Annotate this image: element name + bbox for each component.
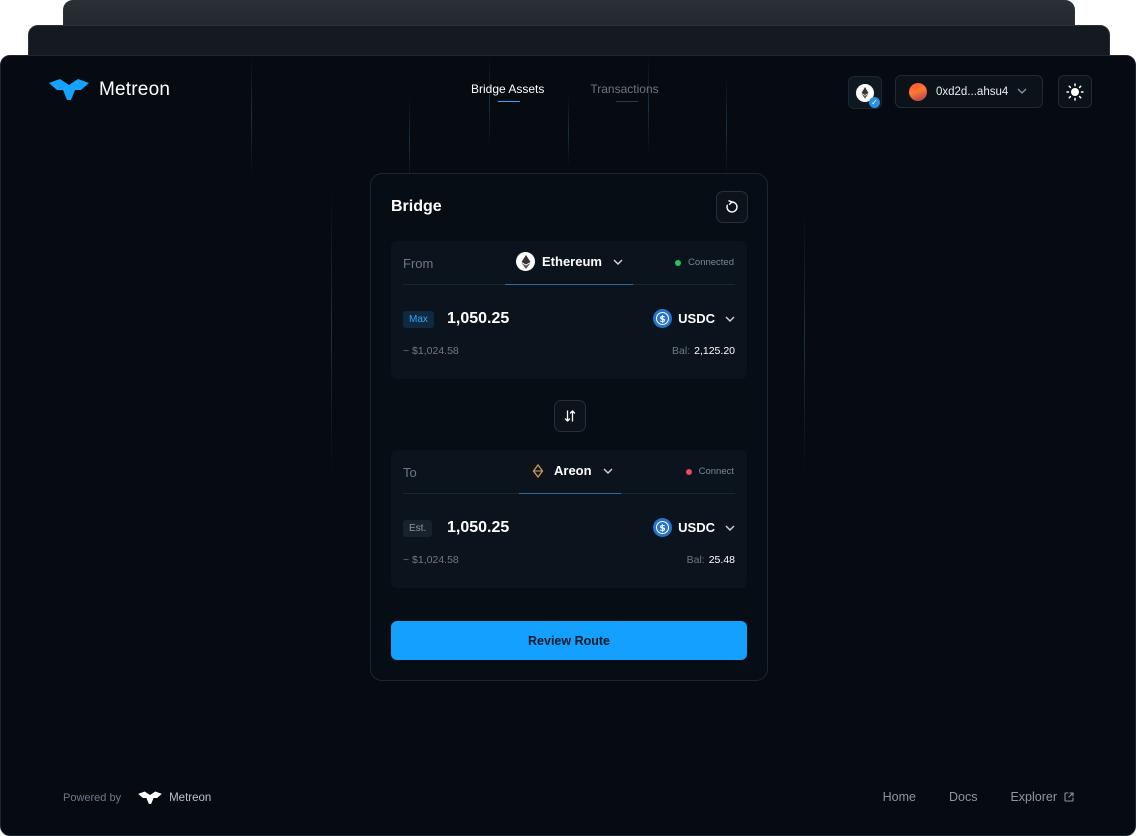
chevron-down-icon — [613, 256, 623, 268]
to-label: To — [403, 465, 417, 480]
chevron-down-icon — [725, 313, 735, 325]
balance-label: Bal: — [686, 554, 705, 566]
footer-link-docs[interactable]: Docs — [949, 790, 977, 804]
footer-link-label: Home — [882, 790, 916, 804]
from-status: Connected — [675, 257, 734, 268]
active-tab-indicator — [498, 101, 520, 102]
to-status[interactable]: Connect — [685, 466, 734, 477]
wallet-address: 0xd2d...ahsu4 — [936, 85, 1009, 98]
balance-value: 2,125.20 — [694, 345, 735, 357]
from-usd-value: ~ $1,024.58 — [403, 345, 459, 357]
to-status-text: Connect — [698, 466, 734, 477]
tab-bridge-assets-label: Bridge Assets — [471, 82, 545, 96]
tab-indicator — [616, 101, 639, 102]
from-status-text: Connected — [688, 257, 734, 268]
chevron-down-icon — [1017, 86, 1027, 97]
usdc-icon: $ — [653, 309, 673, 328]
chain-highlight — [505, 284, 633, 285]
wallet-avatar — [909, 82, 927, 101]
tab-transactions[interactable]: Transactions — [590, 82, 659, 102]
main-nav: Bridge Assets Transactions — [471, 82, 659, 102]
powered-by-label: Powered by — [63, 792, 122, 804]
to-token-select[interactable]: $ USDC — [653, 518, 735, 537]
from-token-select[interactable]: $ USDC — [653, 309, 735, 328]
theme-toggle-button[interactable] — [1058, 75, 1092, 108]
sun-icon — [1066, 82, 1084, 101]
to-panel: To Areon Connect Est. 1,050.25 $ USDC ~ … — [391, 450, 747, 588]
usdc-icon: $ — [653, 518, 673, 537]
bridge-title: Bridge — [391, 198, 442, 215]
estimate-badge: Est. — [403, 520, 433, 537]
footer-link-explorer[interactable]: Explorer — [1010, 790, 1075, 804]
from-label: From — [403, 256, 434, 271]
powered-by: Powered by Metreon — [63, 790, 211, 806]
review-route-button[interactable]: Review Route — [391, 621, 747, 660]
from-balance: Bal: 2,125.20 — [672, 345, 735, 357]
network-switch-button[interactable]: ✓ — [848, 76, 882, 109]
footer-link-home[interactable]: Home — [883, 790, 916, 804]
svg-text:$: $ — [660, 315, 666, 325]
tab-bridge-assets[interactable]: Bridge Assets — [471, 82, 545, 102]
swap-icon — [564, 410, 576, 422]
from-amount-input[interactable]: 1,050.25 — [447, 310, 509, 328]
status-dot — [675, 259, 682, 266]
chevron-down-icon — [603, 465, 613, 477]
to-chain-select[interactable]: Areon — [528, 461, 613, 480]
areon-icon — [528, 461, 547, 480]
footer-link-label: Explorer — [1010, 790, 1057, 804]
swap-direction-button[interactable] — [554, 400, 586, 432]
to-usd-value: ~ $1,024.58 — [403, 554, 459, 566]
from-panel: From Ethereum Connected Max 1,050.25 $ U… — [391, 241, 747, 379]
metreon-logo-icon — [138, 791, 162, 804]
chain-highlight — [519, 493, 621, 494]
footer-brand-name: Metreon — [169, 792, 212, 804]
to-chain-name: Areon — [554, 463, 592, 478]
wallet-button[interactable]: 0xd2d...ahsu4 — [895, 75, 1043, 108]
from-token-name: USDC — [678, 311, 715, 326]
tab-transactions-label: Transactions — [590, 82, 659, 96]
app-window: Metreon Bridge Assets Transactions ✓ 0xd… — [0, 55, 1136, 836]
check-icon: ✓ — [869, 97, 880, 108]
to-amount: 1,050.25 — [447, 519, 510, 536]
chevron-down-icon — [725, 522, 735, 534]
to-token-name: USDC — [678, 520, 715, 535]
balance-label: Bal: — [672, 345, 691, 357]
external-link-icon — [1064, 792, 1074, 802]
from-chain-name: Ethereum — [542, 254, 602, 269]
ethereum-icon — [516, 252, 535, 271]
from-chain-select[interactable]: Ethereum — [516, 252, 623, 271]
refresh-icon — [726, 200, 738, 213]
footer-brand[interactable]: Metreon — [137, 790, 211, 806]
brand-logo[interactable]: Metreon — [47, 77, 170, 103]
svg-text:$: $ — [660, 524, 666, 534]
bridge-card: Bridge From Ethereum Connected Max 1,050… — [370, 173, 768, 681]
status-dot — [685, 468, 692, 475]
footer-links: Home Docs Explorer — [883, 790, 1075, 804]
refresh-button[interactable] — [716, 191, 748, 223]
max-button[interactable]: Max — [403, 311, 434, 328]
footer-link-label: Docs — [948, 790, 978, 804]
to-balance: Bal: 25.48 — [687, 554, 735, 566]
balance-value: 25.48 — [708, 554, 735, 566]
metreon-logo-icon — [49, 79, 89, 100]
brand-name: Metreon — [99, 79, 171, 100]
